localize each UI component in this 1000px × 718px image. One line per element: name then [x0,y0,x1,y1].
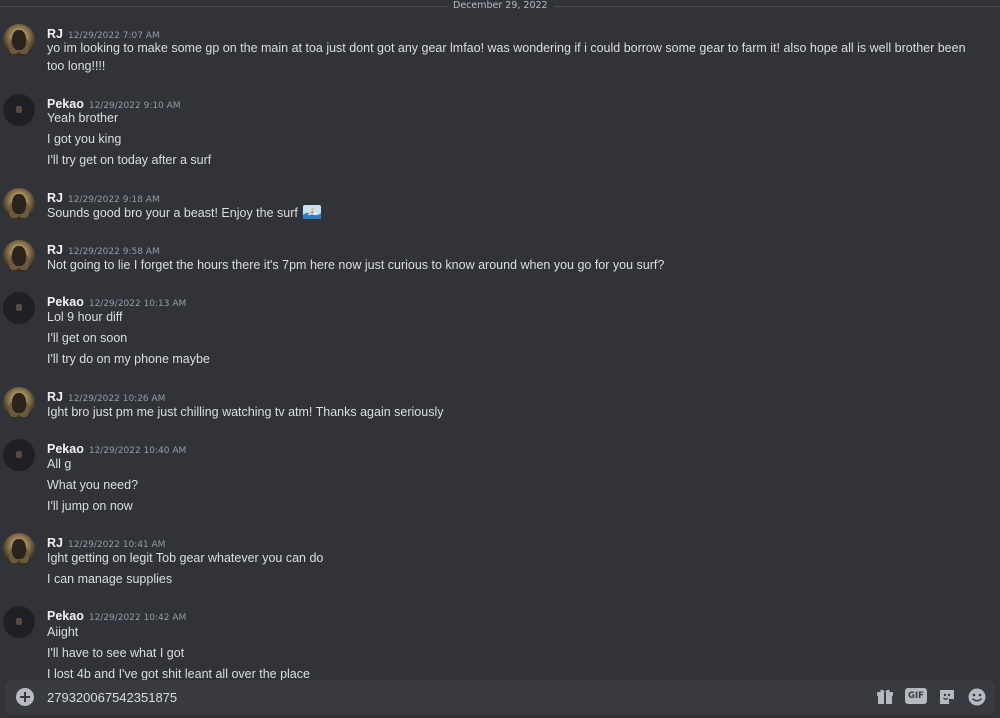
avatar[interactable] [3,387,35,419]
avatar[interactable] [3,188,35,220]
message-text: Aiight [47,625,79,639]
plus-circle-icon[interactable] [16,688,34,706]
sticker-icon[interactable] [937,687,957,707]
surfer-emoji-icon [303,205,322,219]
message-text: I'll get on soon [47,331,128,345]
author-name[interactable]: Pekao [47,295,84,309]
message-text: I'll have to see what I got [47,646,185,660]
message-text: What you need? [47,478,139,492]
message-text-content: Sounds good bro your a beast! Enjoy the … [47,206,298,220]
author-name[interactable]: Pekao [47,442,84,456]
avatar[interactable] [3,606,35,638]
message-composer: GIF [5,680,995,714]
message-header: RJ 12/29/2022 10:41 AM [47,532,165,550]
message-text: I'll jump on now [47,499,133,513]
author-name[interactable]: RJ [47,390,63,404]
author-name[interactable]: RJ [47,191,63,205]
message-text: Yeah brother [47,111,119,125]
author-name[interactable]: RJ [47,243,63,257]
message-text: Ight bro just pm me just chilling watchi… [47,405,444,419]
emoji-smile-icon[interactable] [967,687,987,707]
message-header: RJ 12/29/2022 9:18 AM [47,187,160,205]
message-header: Pekao 12/29/2022 10:13 AM [47,291,186,309]
message-text: I lost 4b and I've got shit leant all ov… [47,667,310,680]
message-text: Ight getting on legit Tob gear whatever … [47,551,324,565]
gif-icon[interactable]: GIF [905,688,927,704]
message-text: All g [47,457,72,471]
avatar[interactable] [3,24,35,56]
avatar[interactable] [3,240,35,272]
message-header: Pekao 12/29/2022 10:40 AM [47,438,186,456]
message-text: I'll try get on today after a surf [47,153,212,167]
avatar[interactable] [3,94,35,126]
avatar[interactable] [3,292,35,324]
author-name[interactable]: Pekao [47,609,84,623]
author-name[interactable]: RJ [47,536,63,550]
message-header: RJ 12/29/2022 10:26 AM [47,386,165,404]
message-input[interactable] [47,687,827,707]
avatar[interactable] [3,533,35,565]
timestamp: 12/29/2022 10:42 AM [88,613,187,623]
message-header: Pekao 12/29/2022 10:42 AM [47,605,186,623]
avatar[interactable] [3,439,35,471]
message-header: RJ 12/29/2022 9:58 AM [47,239,160,257]
date-divider-label: December 29, 2022 [447,0,554,12]
chat-window: December 29, 2022 RJ 12/29/2022 7:07 AM y… [0,0,1000,718]
message-text: I got you king [47,132,122,146]
message-text: Not going to lie I forget the hours ther… [47,258,665,272]
message-text: I'll try do on my phone maybe [47,352,210,366]
message-list[interactable]: December 29, 2022 RJ 12/29/2022 7:07 AM y… [0,0,1000,680]
gift-icon[interactable] [875,687,895,707]
message-text: Lol 9 hour diff [47,310,123,324]
message-text: I can manage supplies [47,572,173,586]
message-text: yo im looking to make some gp on the mai… [47,41,966,73]
message-text: Sounds good bro your a beast! Enjoy the … [47,204,967,222]
